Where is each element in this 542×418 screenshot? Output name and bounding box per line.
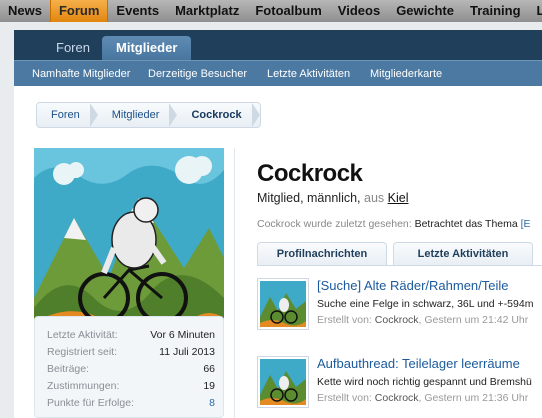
member-stats: Letzte Aktivität: Vor 6 Minuten Registri…: [34, 316, 224, 418]
tab-letzte-aktivitaeten[interactable]: Letzte Aktivitäten: [393, 242, 533, 266]
post-author-link[interactable]: Cockrock: [375, 314, 419, 326]
avatar-thumbnail-icon: [260, 359, 306, 405]
post-meta: Erstellt von: Cockrock, Gestern um 21:36…: [317, 392, 528, 404]
nav-fotoalbum[interactable]: Fotoalbum: [247, 0, 329, 22]
last-seen: Cockrock wurde zuletzt gesehen: Betracht…: [257, 218, 531, 230]
sub-navigation: Namhafte Mitglieder Derzeitige Besucher …: [14, 60, 542, 86]
user-from: aus: [364, 191, 385, 205]
post-thumbnail[interactable]: [257, 278, 309, 330]
nav-news[interactable]: News: [0, 0, 50, 22]
stat-likes: Zustimmungen: 19: [47, 380, 215, 396]
tab-foren[interactable]: Foren: [42, 36, 104, 60]
nav-events[interactable]: Events: [108, 0, 167, 22]
last-seen-value: Betrachtet das Thema: [414, 218, 518, 230]
content-panel: Foren Mitglieder Cockrock Letzte Aktivit…: [14, 86, 542, 418]
last-seen-label: Cockrock wurde zuletzt gesehen:: [257, 218, 412, 230]
tab-profilnachrichten[interactable]: Profilnachrichten: [257, 242, 387, 266]
tab-mitglieder[interactable]: Mitglieder: [102, 36, 192, 60]
stat-label: Punkte für Erfolge:: [47, 397, 134, 409]
stat-last-activity: Letzte Aktivität: Vor 6 Minuten: [47, 329, 215, 345]
post-author-link[interactable]: Cockrock: [375, 392, 419, 404]
subnav-derzeitige-besucher[interactable]: Derzeitige Besucher: [148, 61, 247, 87]
stat-trophy-points: Punkte für Erfolge: 8: [47, 397, 215, 413]
top-navigation: News Forum Events Marktplatz Fotoalbum V…: [0, 0, 542, 22]
breadcrumb: Foren Mitglieder Cockrock: [36, 102, 261, 128]
tab-bar: Foren Mitglieder: [14, 30, 542, 60]
page-title: Cockrock: [257, 160, 363, 187]
stat-label: Registriert seit:: [47, 346, 118, 358]
user-location-link[interactable]: Kiel: [388, 191, 409, 205]
breadcrumb-mitglieder[interactable]: Mitglieder: [98, 103, 178, 127]
nav-last[interactable]: Last M: [529, 0, 542, 22]
post-time: , Gestern um 21:42 Uhr: [418, 314, 529, 326]
avatar[interactable]: [34, 148, 224, 338]
nav-gewichte[interactable]: Gewichte: [388, 0, 462, 22]
post-time: , Gestern um 21:36 Uhr: [418, 392, 529, 404]
subnav-namhafte-mitglieder[interactable]: Namhafte Mitglieder: [32, 61, 130, 87]
stat-value: 11 Juli 2013: [159, 346, 215, 358]
nav-training[interactable]: Training: [462, 0, 529, 22]
user-info: Mitglied, männlich, aus Kiel: [257, 191, 408, 205]
nav-marktplatz[interactable]: Marktplatz: [167, 0, 247, 22]
stat-value: 66: [203, 363, 215, 375]
list-item: [Suche] Alte Räder/Rahmen/Teile Suche ei…: [257, 278, 542, 338]
profile-main: Cockrock Mitglied, männlich, aus Kiel Co…: [234, 148, 542, 418]
avatar-illustration: [34, 148, 224, 338]
post-title-link[interactable]: Aufbauthread: Teilelager leerräume: [317, 356, 520, 371]
stat-label: Beiträge:: [47, 363, 90, 375]
stat-label: Zustimmungen:: [47, 380, 120, 392]
stat-value-link[interactable]: 8: [209, 397, 215, 409]
nav-videos[interactable]: Videos: [330, 0, 388, 22]
subnav-letzte-aktivitaeten[interactable]: Letzte Aktivitäten: [267, 61, 350, 87]
last-seen-thread-link[interactable]: [E: [521, 218, 531, 230]
breadcrumb-cockrock[interactable]: Cockrock: [177, 103, 260, 127]
post-excerpt: Suche eine Felge in schwarz, 36L und +-5…: [317, 298, 534, 310]
tab-divider: [257, 265, 542, 266]
post-thumbnail[interactable]: [257, 356, 309, 408]
post-title-link[interactable]: [Suche] Alte Räder/Rahmen/Teile: [317, 278, 509, 293]
stat-value: Vor 6 Minuten: [150, 329, 215, 341]
post-excerpt: Kette wird noch richtig gespannt und Bre…: [317, 376, 532, 388]
nav-forum[interactable]: Forum: [49, 0, 109, 22]
stat-registered: Registriert seit: 11 Juli 2013: [47, 346, 215, 362]
avatar-thumbnail-icon: [260, 281, 306, 327]
stat-label: Letzte Aktivität:: [47, 329, 118, 341]
post-meta-prefix: Erstellt von:: [317, 392, 372, 404]
user-role: Mitglied, männlich,: [257, 191, 361, 205]
breadcrumb-foren[interactable]: Foren: [37, 103, 98, 127]
list-item: Aufbauthread: Teilelager leerräume Kette…: [257, 356, 542, 416]
post-meta-prefix: Erstellt von:: [317, 314, 372, 326]
post-meta: Erstellt von: Cockrock, Gestern um 21:42…: [317, 314, 528, 326]
stat-value: 19: [203, 380, 215, 392]
subnav-mitgliederkarte[interactable]: Mitgliederkarte: [370, 61, 442, 87]
stat-posts: Beiträge: 66: [47, 363, 215, 379]
